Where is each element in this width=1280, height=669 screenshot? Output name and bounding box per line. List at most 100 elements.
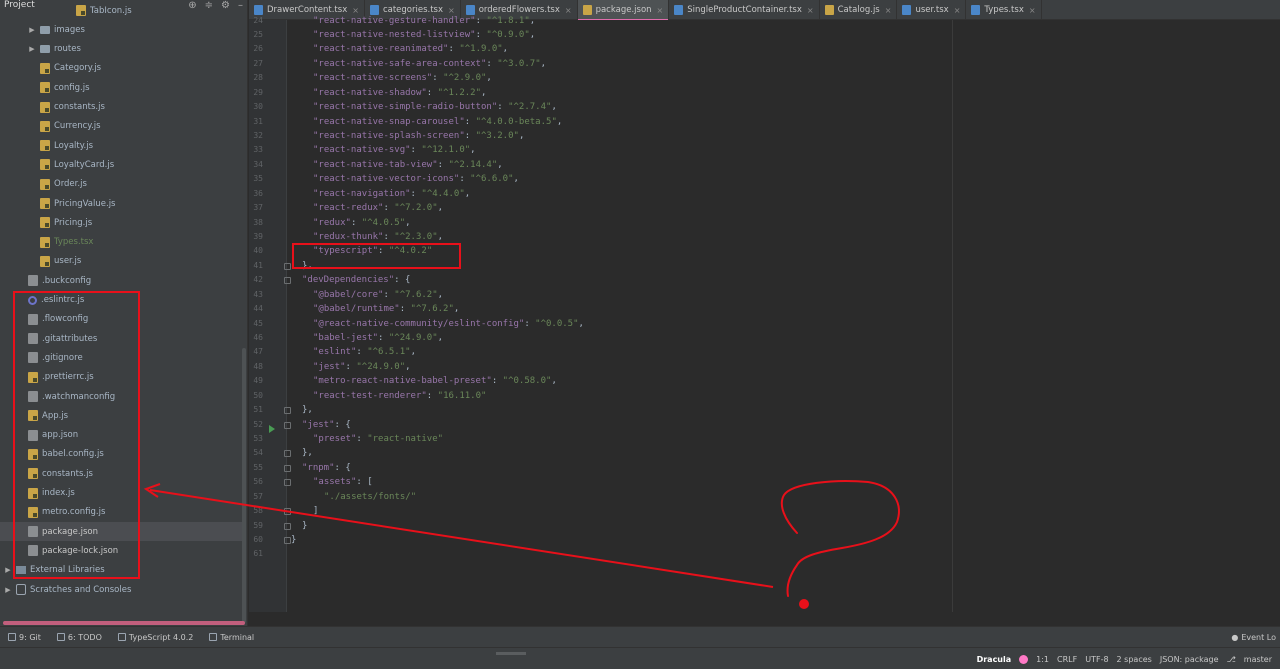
run-jest-icon[interactable] bbox=[269, 425, 275, 433]
tree-item[interactable]: ▶ routes bbox=[0, 40, 246, 59]
tree-item[interactable]: LoyaltyCard.js bbox=[0, 155, 246, 174]
line-number: 54 bbox=[253, 448, 263, 458]
tree-item[interactable]: constants.js bbox=[0, 464, 246, 483]
fold-icon[interactable] bbox=[284, 407, 291, 415]
tree-item[interactable]: ▶ Scratches and Consoles bbox=[0, 580, 246, 599]
file-icon bbox=[28, 506, 38, 518]
tree-item[interactable]: constants.js bbox=[0, 98, 246, 117]
tree-item[interactable]: babel.config.js bbox=[0, 445, 246, 464]
tree-item[interactable]: index.js bbox=[0, 484, 246, 503]
tree-item[interactable]: .eslintrc.js bbox=[0, 291, 246, 310]
tree-item-label: .buckconfig bbox=[42, 275, 92, 286]
tree-item[interactable]: .prettierrc.js bbox=[0, 368, 246, 387]
close-tab-icon[interactable]: × bbox=[807, 6, 814, 15]
close-tab-icon[interactable]: × bbox=[954, 6, 961, 15]
project-panel-scrollbar[interactable] bbox=[242, 348, 246, 623]
tree-item-label: Pricing.js bbox=[54, 217, 93, 228]
tree-item[interactable]: app.json bbox=[0, 426, 246, 445]
line-ending[interactable]: CRLF bbox=[1057, 655, 1077, 664]
json-key: metro-react-native-babel-preset bbox=[318, 376, 487, 387]
tree-item[interactable]: .watchmanconfig bbox=[0, 387, 246, 406]
tree-item[interactable]: Pricing.js bbox=[0, 213, 246, 232]
event-log-button[interactable]: ● Event Lo bbox=[1231, 627, 1280, 648]
close-tab-icon[interactable]: × bbox=[657, 6, 664, 15]
json-key: react-native-screens bbox=[318, 73, 427, 84]
todo-tool-button[interactable]: 6: TODO bbox=[56, 633, 102, 642]
line-number: 48 bbox=[253, 361, 263, 371]
json-key: @babel/runtime bbox=[318, 304, 395, 315]
json-key: react-native-nested-listview bbox=[318, 29, 471, 40]
expand-arrow-icon[interactable]: ▶ bbox=[28, 26, 36, 34]
tree-item[interactable]: user.js bbox=[0, 252, 246, 271]
fold-icon[interactable] bbox=[284, 277, 291, 285]
tree-item[interactable]: config.js bbox=[0, 78, 246, 97]
json-string: ^0.0.5 bbox=[540, 318, 574, 329]
close-tab-icon[interactable]: × bbox=[1029, 6, 1036, 15]
tree-item-label: Scratches and Consoles bbox=[30, 584, 132, 595]
code-line: ] bbox=[313, 504, 318, 518]
typescript-tool-button[interactable]: TypeScript 4.0.2 bbox=[117, 633, 193, 642]
tree-item[interactable]: package-lock.json bbox=[0, 541, 246, 560]
caret-position[interactable]: 1:1 bbox=[1036, 655, 1049, 664]
tree-item[interactable]: Loyalty.js bbox=[0, 136, 246, 155]
tree-item[interactable]: .gitignore bbox=[0, 348, 246, 367]
fold-icon[interactable] bbox=[284, 508, 291, 516]
tree-item[interactable]: .gitattributes bbox=[0, 329, 246, 348]
tree-item[interactable]: metro.config.js bbox=[0, 503, 246, 522]
project-panel-horizontal-scrollbar[interactable] bbox=[3, 621, 245, 625]
code-punctuation: : bbox=[426, 87, 438, 98]
git-branch[interactable]: master bbox=[1244, 655, 1272, 664]
tree-item-label: Category.js bbox=[54, 63, 102, 74]
editor-tab[interactable]: SingleProductContainer.tsx × bbox=[669, 0, 820, 20]
line-number: 58 bbox=[253, 506, 263, 516]
json-key: react-navigation bbox=[318, 188, 406, 199]
editor-tab[interactable]: user.tsx × bbox=[897, 0, 967, 20]
code-line: "react-navigation": "^4.4.0", bbox=[313, 187, 470, 201]
editor-tab[interactable]: Catalog.js × bbox=[820, 0, 898, 20]
json-string: ^0.9.0 bbox=[491, 29, 525, 40]
tree-item[interactable]: .buckconfig bbox=[0, 271, 246, 290]
expand-arrow-icon[interactable]: ▶ bbox=[4, 586, 12, 594]
tree-item[interactable]: Types.tsx bbox=[0, 233, 246, 252]
tree-item[interactable]: ▶ images bbox=[0, 20, 246, 39]
fold-icon[interactable] bbox=[284, 262, 291, 270]
expand-arrow-icon[interactable]: ▶ bbox=[28, 45, 36, 53]
tree-item[interactable]: App.js bbox=[0, 406, 246, 425]
fold-icon[interactable] bbox=[284, 464, 291, 472]
editor-tab[interactable]: Types.tsx × bbox=[966, 0, 1042, 20]
close-tab-icon[interactable]: × bbox=[885, 6, 892, 15]
fold-icon[interactable] bbox=[284, 536, 291, 544]
tree-item-label: babel.config.js bbox=[42, 449, 104, 460]
file-encoding[interactable]: UTF-8 bbox=[1085, 655, 1108, 664]
git-tool-button[interactable]: 9: Git bbox=[8, 633, 41, 642]
json-key: react-native-snap-carousel bbox=[318, 116, 460, 127]
tree-item[interactable]: package.json bbox=[0, 522, 246, 542]
tree-item[interactable]: .flowconfig bbox=[0, 310, 246, 329]
theme-name[interactable]: Dracula bbox=[977, 655, 1012, 664]
tree-item-label: app.json bbox=[42, 430, 79, 441]
tree-item[interactable]: TabIcon.js bbox=[0, 1, 246, 20]
json-schema[interactable]: JSON: package bbox=[1160, 655, 1219, 664]
terminal-tool-button[interactable]: Terminal bbox=[209, 633, 254, 642]
indent-setting[interactable]: 2 spaces bbox=[1117, 655, 1152, 664]
tree-item[interactable]: ▶ External Libraries bbox=[0, 561, 246, 580]
editor-tab[interactable]: package.json × bbox=[577, 0, 670, 21]
tree-item[interactable]: Category.js bbox=[0, 59, 246, 78]
tree-item[interactable]: Order.js bbox=[0, 175, 246, 194]
json-key: preset bbox=[318, 433, 351, 444]
tree-item-label: .watchmanconfig bbox=[42, 391, 116, 402]
expand-arrow-icon[interactable]: ▶ bbox=[4, 566, 12, 574]
code-punctuation: , bbox=[502, 44, 509, 55]
tree-item[interactable]: Currency.js bbox=[0, 117, 246, 136]
code-punctuation: }, bbox=[302, 260, 313, 271]
json-string: ^6.6.0 bbox=[475, 174, 509, 185]
fold-icon[interactable] bbox=[284, 421, 291, 429]
fold-icon[interactable] bbox=[284, 479, 291, 487]
fold-icon[interactable] bbox=[284, 522, 291, 530]
json-key: react-native-reanimated bbox=[318, 44, 444, 55]
fold-icon[interactable] bbox=[284, 450, 291, 458]
close-tab-icon[interactable]: × bbox=[565, 6, 572, 15]
code-punctuation: , bbox=[464, 188, 471, 199]
theme-icon bbox=[1019, 654, 1029, 664]
tree-item[interactable]: PricingValue.js bbox=[0, 194, 246, 213]
